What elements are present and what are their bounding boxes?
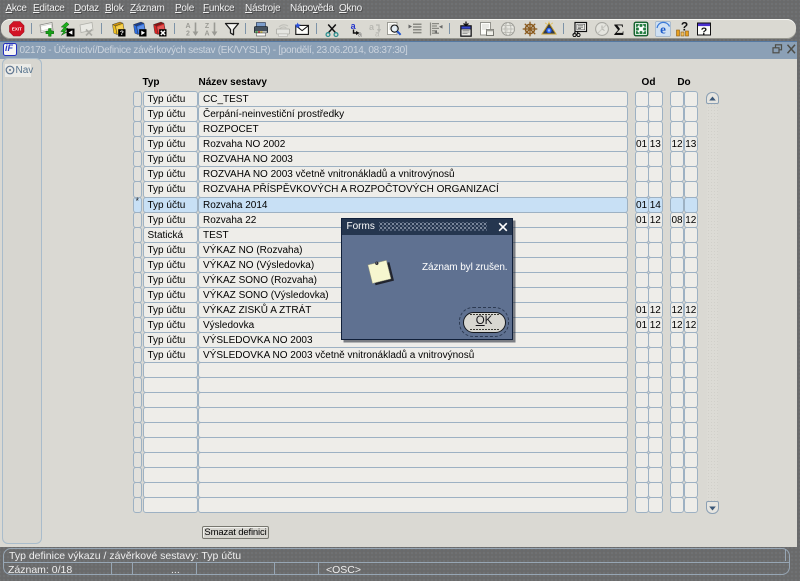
svg-text:a: a [358, 32, 362, 38]
svg-text:EXIT: EXIT [11, 26, 21, 31]
svg-text:Z: Z [205, 23, 210, 30]
svg-text:e: e [660, 22, 666, 37]
svg-text:Σ: Σ [614, 22, 624, 37]
svg-text:A: A [204, 31, 209, 38]
svg-text:a: a [375, 30, 380, 38]
svg-text:A: A [185, 23, 190, 30]
svg-text:?: ? [700, 26, 706, 38]
svg-text:2: 2 [186, 31, 190, 38]
svg-text:?: ? [120, 30, 124, 37]
svg-text:?: ? [681, 21, 688, 34]
